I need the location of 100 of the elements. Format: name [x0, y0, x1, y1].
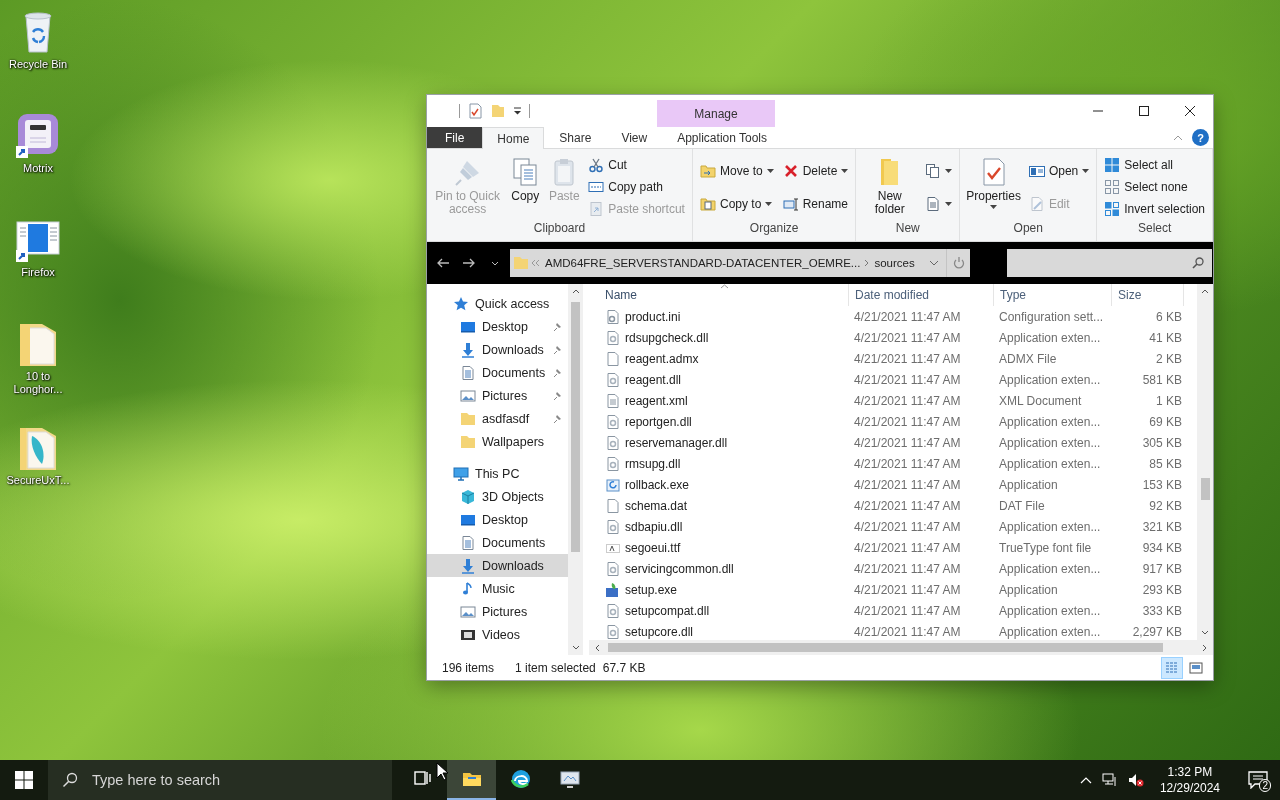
file-name[interactable]: schema.dat	[623, 498, 849, 513]
ribbon-button[interactable]: Copy path	[585, 176, 688, 198]
help-button[interactable]: ?	[1192, 129, 1209, 146]
nav-item[interactable]: asdfasdf	[427, 407, 568, 430]
file-name[interactable]: reservemanager.dll	[623, 435, 849, 450]
nav-item[interactable]: Desktop	[427, 508, 568, 531]
taskbar-search-field[interactable]: Type here to search	[48, 760, 392, 800]
ribbon-tab[interactable]: Application Tools	[662, 127, 783, 148]
clock-time[interactable]: 1:32 PM	[1167, 764, 1213, 780]
file-name[interactable]: product.ini	[623, 309, 849, 324]
caret-up-icon[interactable]	[1201, 289, 1209, 294]
scrollbar[interactable]	[589, 640, 1213, 655]
details-view-button[interactable]	[1161, 656, 1183, 679]
path-segment[interactable]: AMD64FRE_SERVERSTANDARD-DATACENTER_OEMRE...	[543, 257, 863, 269]
ribbon-button[interactable]: Invert selection	[1101, 198, 1208, 220]
caret-down-icon[interactable]	[1201, 630, 1209, 635]
path-segment[interactable]: sources	[872, 257, 917, 269]
column-header[interactable]: Date modified	[849, 284, 994, 306]
file-name[interactable]: setupcompat.dll	[623, 603, 849, 618]
scrollbar-thumb[interactable]	[1200, 478, 1210, 500]
file-name[interactable]: sdbapiu.dll	[623, 519, 849, 534]
file-date: 4/21/2021 11:47 AM	[853, 624, 962, 639]
nav-item[interactable]: Videos	[427, 623, 568, 646]
nav-item[interactable]: Desktop	[427, 315, 568, 338]
installer-icon	[605, 581, 621, 598]
ribbon-tab[interactable]: Home	[482, 127, 545, 149]
file-name[interactable]: setup.exe	[623, 582, 849, 597]
file-type: Application exten...	[998, 561, 1102, 576]
maximize-icon	[1139, 106, 1149, 116]
nav-item[interactable]: Documents	[427, 361, 568, 384]
scrollbar[interactable]	[1197, 284, 1213, 640]
file-menu-tab[interactable]: File	[427, 127, 483, 148]
caret-down-icon[interactable]	[571, 645, 580, 650]
file-date: 4/21/2021 11:47 AM	[853, 414, 962, 429]
caret-left-icon[interactable]	[595, 643, 600, 652]
clock-date[interactable]: 12/29/2024	[1159, 780, 1220, 796]
lined-document-icon	[605, 392, 621, 409]
nav-item[interactable]: Music	[427, 577, 568, 600]
nav-item[interactable]: Documents	[427, 531, 568, 554]
desktop-icon-label[interactable]: Firefox	[0, 266, 76, 279]
ribbon-button[interactable]: Copy	[507, 154, 544, 221]
network-icon[interactable]	[1101, 773, 1118, 787]
file-name[interactable]: reagent.xml	[623, 393, 849, 408]
nav-item[interactable]: This PC	[427, 462, 568, 485]
ribbon-button[interactable]: Properties	[964, 154, 1023, 221]
speaker-muted-icon[interactable]	[1127, 773, 1144, 787]
nav-item[interactable]: Downloads	[427, 554, 568, 577]
ribbon-button[interactable]: Copy to	[696, 192, 777, 215]
file-explorer-button[interactable]	[447, 760, 496, 800]
file-name[interactable]: rollback.exe	[623, 477, 849, 492]
gear-document-icon	[605, 518, 621, 535]
group-label: Organize	[748, 221, 800, 237]
file-name[interactable]: servicingcommon.dll	[623, 561, 849, 576]
move-folder-icon	[699, 162, 716, 179]
address-field[interactable]: AMD64FRE_SERVERSTANDARD-DATACENTER_OEMRE... sources	[510, 249, 970, 277]
ribbon-button[interactable]: Cut	[585, 154, 688, 176]
ribbon-tab[interactable]: Share	[544, 127, 607, 148]
desktop-icon-label[interactable]: 10 to Longhor...	[0, 370, 76, 396]
file-name[interactable]: segoeui.ttf	[623, 540, 849, 555]
file-name[interactable]: rdsupgcheck.dll	[623, 330, 849, 345]
file-name[interactable]: reagent.dll	[623, 372, 849, 387]
ribbon-button[interactable]: Rename	[779, 192, 852, 215]
caret-up-icon[interactable]	[571, 289, 580, 294]
nav-item[interactable]: Pictures	[427, 600, 568, 623]
ribbon-button[interactable]: Move to	[696, 159, 777, 182]
file-size: 85 KB	[1148, 456, 1183, 471]
nav-item[interactable]: 3D Objects	[427, 485, 568, 508]
column-header[interactable]: Name	[599, 284, 849, 306]
ribbon-button[interactable]: Select none	[1101, 176, 1208, 198]
file-size: 41 KB	[1148, 330, 1183, 345]
ribbon-button[interactable]: New folder	[860, 154, 920, 221]
notification-button[interactable]: 2	[1236, 760, 1280, 800]
scrollbar-thumb[interactable]	[571, 302, 580, 552]
column-header[interactable]: Type	[994, 284, 1112, 306]
ribbon-tab[interactable]: View	[606, 127, 663, 148]
search-input[interactable]: Type here to search	[90, 771, 392, 789]
nav-item[interactable]: Wallpapers	[427, 430, 568, 453]
file-name[interactable]: rmsupg.dll	[623, 456, 849, 471]
ribbon-button[interactable]: Open	[1025, 159, 1093, 182]
column-header[interactable]: Size	[1112, 284, 1184, 306]
file-name[interactable]: setupcore.dll	[623, 624, 849, 639]
file-name[interactable]: reagent.admx	[623, 351, 849, 366]
ribbon-button[interactable]: Select all	[1101, 154, 1208, 176]
scrollbar[interactable]	[568, 284, 583, 655]
chevron-up-icon[interactable]	[1079, 776, 1092, 784]
caret-right-icon[interactable]	[1202, 643, 1207, 652]
nav-item[interactable]: Downloads	[427, 338, 568, 361]
selection-size: 67.7 KB	[602, 660, 646, 675]
ribbon-button[interactable]: Delete	[779, 159, 852, 182]
customize-caret-icon[interactable]	[513, 107, 522, 115]
file-name[interactable]: reportgen.dll	[623, 414, 849, 429]
properties-icon[interactable]	[467, 103, 483, 119]
scrollbar-thumb[interactable]	[608, 643, 1163, 652]
collapse-caret-icon[interactable]	[1173, 134, 1183, 141]
chevron-right-icon[interactable]	[864, 259, 871, 267]
desktop-icon-label[interactable]: Motrix	[0, 162, 76, 175]
nav-item[interactable]: Quick access	[427, 292, 568, 315]
search-field[interactable]	[1007, 249, 1212, 277]
nav-item[interactable]: Pictures	[427, 384, 568, 407]
document-icon	[925, 195, 942, 212]
